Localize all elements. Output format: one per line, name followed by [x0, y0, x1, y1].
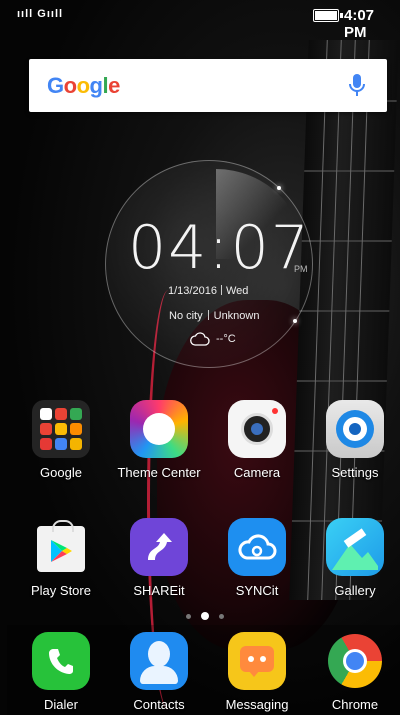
- app-messaging[interactable]: Messaging: [208, 632, 306, 712]
- play-store-icon: [32, 518, 90, 576]
- app-syncit[interactable]: SYNCit: [208, 518, 306, 598]
- app-contacts[interactable]: Contacts: [110, 632, 208, 712]
- google-search-bar[interactable]: Google: [29, 59, 387, 112]
- battery-icon: [313, 9, 343, 22]
- gallery-icon: [326, 518, 384, 576]
- clock-date: 1/13/2016 Wed: [168, 285, 249, 297]
- app-gallery[interactable]: Gallery: [306, 518, 400, 598]
- app-camera[interactable]: Camera: [208, 400, 306, 480]
- app-label: Settings: [331, 465, 379, 480]
- page-indicator: [186, 612, 224, 620]
- clock-city: No city Unknown: [169, 310, 260, 322]
- app-play-store[interactable]: Play Store: [12, 518, 110, 598]
- app-label: Contacts: [133, 697, 185, 712]
- contacts-icon: [130, 632, 188, 690]
- app-label: SHAREit: [133, 583, 185, 598]
- chrome-icon: [326, 632, 384, 690]
- google-folder-icon: [32, 400, 90, 458]
- messaging-icon: [228, 632, 286, 690]
- app-dialer[interactable]: Dialer: [12, 632, 110, 712]
- home-screen: ııll Gııll 4:07 PM Google 04:07 PM 1/13/…: [7, 0, 400, 715]
- page-dot: [219, 613, 224, 619]
- app-label: Messaging: [225, 697, 289, 712]
- page-dot-active: [201, 612, 209, 620]
- syncit-icon: [228, 518, 286, 576]
- app-chrome[interactable]: Chrome: [306, 632, 400, 712]
- microphone-icon[interactable]: [349, 74, 365, 103]
- app-shareit[interactable]: SHAREit: [110, 518, 208, 598]
- app-settings[interactable]: Settings: [306, 400, 400, 480]
- clock-widget[interactable]: 04:07 PM 1/13/2016 Wed No city Unknown --°…: [105, 160, 313, 368]
- app-theme-center[interactable]: Theme Center: [110, 400, 208, 480]
- app-label: Dialer: [44, 697, 78, 712]
- clock-ampm: PM: [294, 264, 308, 274]
- clock-time: 04:07: [128, 213, 311, 283]
- signal-indicator: ııll Gııll: [17, 8, 64, 20]
- wallpaper-guitar-neck: [289, 40, 399, 600]
- app-label: Gallery: [334, 583, 376, 598]
- phone-icon: [32, 632, 90, 690]
- page-dot: [186, 613, 191, 619]
- app-label: Theme Center: [117, 465, 201, 480]
- settings-icon: [326, 400, 384, 458]
- cloud-icon: [190, 332, 210, 346]
- shareit-icon: [130, 518, 188, 576]
- theme-center-icon: [130, 400, 188, 458]
- google-logo: Google: [47, 73, 120, 98]
- status-time: 4:07 PM: [344, 7, 375, 41]
- app-label: Google: [40, 465, 82, 480]
- app-label: Play Store: [31, 583, 91, 598]
- camera-icon: [228, 400, 286, 458]
- app-label: SYNCit: [235, 583, 279, 598]
- clock-weather: --°C: [190, 332, 236, 346]
- app-google-folder[interactable]: Google: [12, 400, 110, 480]
- status-bar: ııll Gııll 4:07 PM: [7, 0, 400, 41]
- app-label: Camera: [233, 465, 281, 480]
- app-label: Chrome: [331, 697, 379, 712]
